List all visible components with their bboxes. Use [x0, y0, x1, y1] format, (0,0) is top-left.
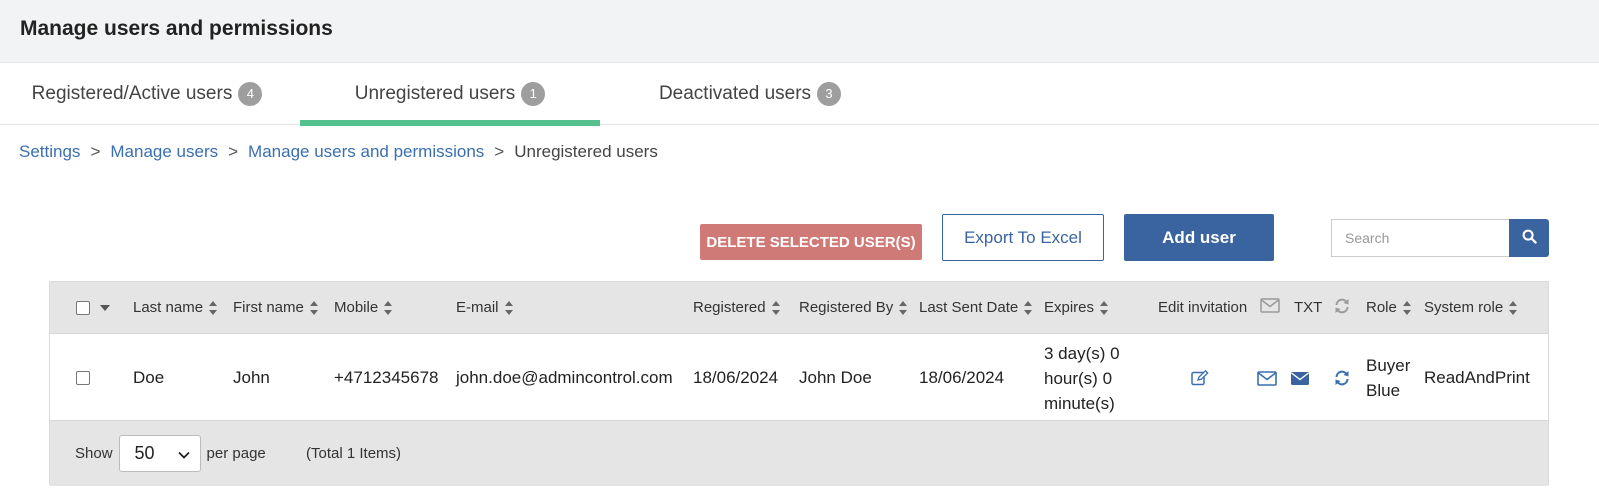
cell-last-name: Doe: [133, 368, 165, 387]
cell-system-role: ReadAndPrint: [1424, 368, 1530, 387]
page-size-select[interactable]: 50: [118, 435, 201, 472]
cell-email: john.doe@admincontrol.com: [456, 368, 673, 387]
column-header-txt: TXT: [1294, 299, 1323, 316]
breadcrumb-current: Unregistered users: [514, 142, 658, 161]
envelope-outline-icon: [1260, 298, 1280, 317]
envelope-outline-icon[interactable]: [1257, 370, 1277, 386]
column-header-registered-by[interactable]: Registered By: [799, 282, 908, 333]
sort-icon: [1509, 300, 1518, 315]
cell-expires: 3 day(s) 0 hour(s) 0 minute(s): [1044, 334, 1120, 422]
envelope-filled-icon[interactable]: [1290, 371, 1310, 386]
breadcrumb-link-settings[interactable]: Settings: [19, 142, 80, 162]
column-header-edit-invitation: Edit invitation: [1158, 299, 1248, 316]
tab-registered-active-users[interactable]: Registered/Active users 4: [0, 63, 294, 125]
column-header-registered[interactable]: Registered: [693, 282, 781, 333]
expires-line: hour(s) 0: [1044, 368, 1113, 388]
per-page-label: per page: [206, 445, 266, 462]
count-badge: 1: [521, 82, 546, 106]
search-icon: [1522, 229, 1537, 247]
chevron-down-icon[interactable]: [100, 304, 110, 311]
tab-unregistered-users[interactable]: Unregistered users 1: [300, 63, 600, 126]
export-to-excel-button[interactable]: Export To Excel: [942, 214, 1104, 261]
cell-send-txt: [1290, 334, 1310, 422]
cell-first-name: John: [233, 368, 270, 387]
breadcrumb: Settings > Manage users > Manage users a…: [19, 142, 658, 162]
chevron-down-icon: [177, 443, 190, 464]
table-footer: Show 50 per page (Total 1 Items): [50, 421, 1548, 486]
edit-icon[interactable]: [1191, 370, 1209, 386]
table-header: Last name First name Mobile E-mail Regis…: [50, 282, 1548, 333]
tab-label: Registered/Active users: [31, 83, 233, 104]
row-checkbox[interactable]: [76, 371, 90, 385]
total-items-label: (Total 1 Items): [306, 445, 402, 462]
cell-resend: [1333, 334, 1351, 422]
delete-selected-users-button[interactable]: DELETE SELECTED USER(S): [700, 224, 922, 260]
breadcrumb-separator: >: [90, 142, 101, 161]
sort-icon: [309, 300, 319, 315]
sort-icon: [899, 300, 908, 315]
column-header-system-role[interactable]: System role: [1424, 282, 1518, 333]
count-badge: 4: [238, 82, 263, 106]
tab-deactivated-users[interactable]: Deactivated users 3: [600, 63, 900, 125]
column-header-first-name[interactable]: First name: [233, 282, 319, 333]
sort-icon: [504, 300, 514, 315]
column-header-mobile[interactable]: Mobile: [334, 282, 393, 333]
select-all-checkbox[interactable]: [76, 300, 90, 315]
page-size-control: Show 50 per page: [75, 421, 266, 486]
tab-label: Unregistered users: [354, 83, 516, 104]
row-select-cell: [76, 334, 90, 422]
search-input[interactable]: [1331, 219, 1509, 257]
breadcrumb-link-manage-users-and-permissions[interactable]: Manage users and permissions: [248, 142, 484, 162]
breadcrumb-separator: >: [228, 142, 239, 161]
column-header-email-invite: [1260, 282, 1280, 333]
breadcrumb-separator: >: [494, 142, 505, 161]
tab-label: Deactivated users: [658, 83, 812, 104]
sort-icon: [384, 300, 393, 315]
users-table: Last name First name Mobile E-mail Regis…: [49, 281, 1549, 486]
sort-icon: [1100, 300, 1109, 315]
column-header-email[interactable]: E-mail: [456, 282, 514, 333]
role-line: Blue: [1366, 381, 1401, 400]
role-line: Buyer: [1366, 356, 1411, 375]
cell-registered: 18/06/2024: [693, 368, 779, 387]
page-title: Manage users and permissions: [20, 17, 333, 40]
select-all-control: [76, 282, 110, 333]
expires-line: 3 day(s) 0: [1044, 343, 1120, 363]
tab-bar: Registered/Active users 4 Unregistered u…: [0, 63, 1599, 126]
column-header-expires[interactable]: Expires: [1044, 282, 1109, 333]
refresh-icon: [1333, 297, 1351, 319]
refresh-icon[interactable]: [1333, 369, 1351, 387]
cell-registered-by: John Doe: [799, 368, 872, 387]
cell-last-sent-date: 18/06/2024: [919, 368, 1005, 387]
search-button[interactable]: [1509, 219, 1549, 257]
sort-icon: [1024, 300, 1033, 315]
table-row: Doe John +4712345678 john.doe@admincontr…: [50, 333, 1548, 421]
breadcrumb-link-manage-users[interactable]: Manage users: [110, 142, 218, 162]
cell-role: Buyer Blue: [1366, 334, 1410, 422]
column-header-last-name[interactable]: Last name: [133, 282, 218, 333]
column-header-resend: [1333, 282, 1351, 333]
sort-icon: [209, 300, 218, 315]
expires-line: minute(s): [1044, 393, 1115, 413]
add-user-button[interactable]: Add user: [1124, 214, 1274, 261]
column-header-role[interactable]: Role: [1366, 282, 1412, 333]
show-label: Show: [75, 445, 113, 462]
cell-send-email: [1257, 334, 1277, 422]
page-header: Manage users and permissions: [0, 0, 1599, 63]
sort-icon: [771, 300, 781, 315]
page-size-value: 50: [134, 443, 155, 463]
count-badge: 3: [817, 82, 842, 106]
cell-mobile: +4712345678: [334, 368, 439, 387]
column-header-last-sent-date[interactable]: Last Sent Date: [919, 282, 1033, 333]
sort-icon: [1402, 300, 1412, 315]
cell-edit-invitation: [1191, 334, 1209, 422]
